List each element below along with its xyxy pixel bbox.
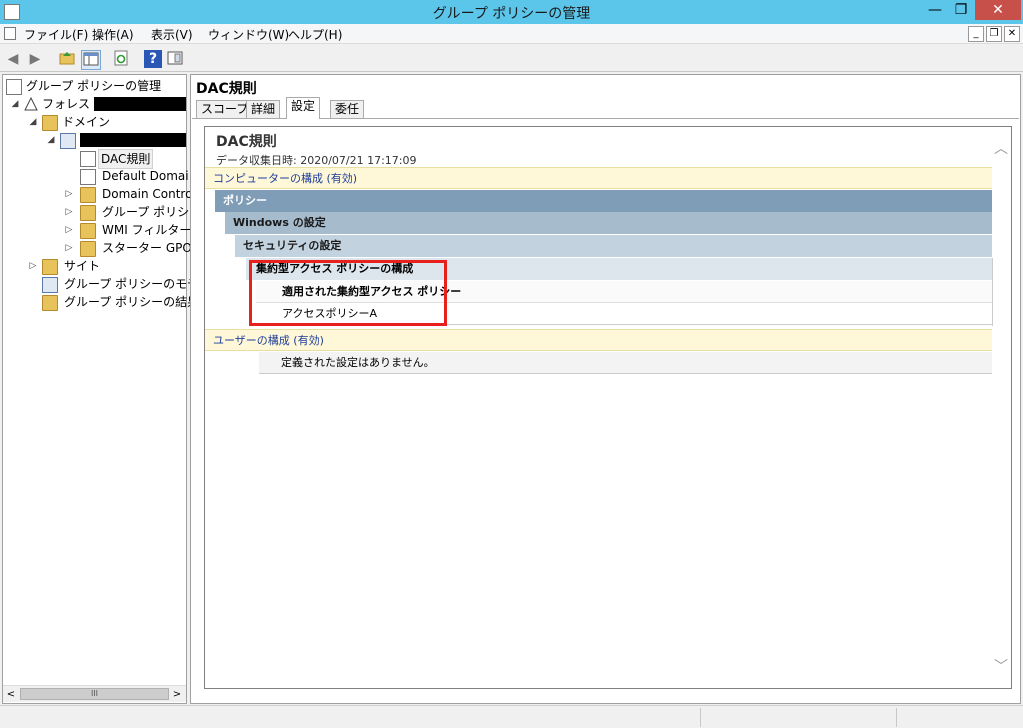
expanded-arrow-icon[interactable]: ◢: [10, 95, 20, 113]
help-icon[interactable]: ?: [144, 50, 162, 68]
expanded-arrow-icon[interactable]: ◢: [28, 113, 38, 131]
highlight-box: [249, 260, 447, 326]
security-settings-header[interactable]: セキュリティの設定: [235, 235, 992, 257]
collapsed-arrow-icon[interactable]: ▷: [28, 257, 38, 275]
results-icon: [42, 295, 58, 311]
collapsed-arrow-icon[interactable]: ▷: [64, 185, 74, 203]
forward-arrow-icon[interactable]: ▶: [26, 50, 44, 68]
forest-icon: [24, 96, 38, 111]
user-config-header[interactable]: ユーザーの構成 (有効): [205, 329, 992, 351]
redacted-domain-name: [80, 133, 186, 147]
policies-header[interactable]: ポリシー: [215, 190, 992, 212]
scroll-left-arrow-icon[interactable]: <: [3, 686, 19, 703]
scroll-up-arrow-icon[interactable]: ︿: [992, 138, 1010, 158]
gpm-icon: [6, 79, 22, 95]
scroll-right-arrow-icon[interactable]: >: [169, 686, 185, 703]
collapsed-arrow-icon[interactable]: ▷: [64, 239, 74, 257]
domain-icon: [60, 133, 76, 149]
menu-window[interactable]: ウィンドウ(W): [208, 26, 289, 43]
gpo-title: DAC規則: [196, 81, 257, 97]
expanded-arrow-icon[interactable]: ◢: [46, 131, 56, 149]
starter-gpo-folder-icon: [80, 241, 96, 257]
windows-settings-header[interactable]: Windows の設定: [225, 212, 992, 234]
show-hide-tree-icon[interactable]: [81, 50, 101, 70]
mdi-minimize-button[interactable]: _: [968, 26, 984, 42]
gpo-folder-icon: [80, 205, 96, 221]
gpo-link-icon: [80, 169, 96, 185]
tree-horizontal-scrollbar[interactable]: < III >: [3, 685, 186, 702]
minimize-button[interactable]: —: [922, 0, 948, 20]
modeling-icon: [42, 277, 58, 293]
sites-icon: [42, 259, 58, 275]
close-button[interactable]: ✕: [975, 0, 1021, 20]
refresh-icon[interactable]: [112, 50, 130, 68]
ou-folder-icon: [80, 187, 96, 203]
back-arrow-icon[interactable]: ◀: [4, 50, 22, 68]
gpo-link-icon: [80, 151, 96, 167]
menu-view[interactable]: 表示(V): [151, 26, 193, 43]
menu-bar: ファイル(F) 操作(A) 表示(V) ウィンドウ(W) ヘルプ(H) _ ❐ …: [0, 24, 1023, 44]
redacted-forest-name: [94, 97, 186, 111]
menu-action[interactable]: 操作(A): [92, 26, 134, 43]
computer-config-header[interactable]: コンピューターの構成 (有効): [205, 167, 992, 189]
collapsed-arrow-icon[interactable]: ▷: [64, 203, 74, 221]
tab-delegation[interactable]: 委任: [330, 100, 365, 118]
status-divider: [700, 708, 701, 727]
properties-icon[interactable]: [166, 50, 184, 68]
menu-file[interactable]: ファイル(F): [24, 26, 88, 43]
status-bar: [0, 705, 1023, 728]
tab-scope[interactable]: スコープ: [196, 100, 254, 118]
up-folder-icon[interactable]: [58, 50, 76, 68]
mdi-close-button[interactable]: ✕: [1004, 26, 1020, 42]
collapsed-arrow-icon[interactable]: ▷: [64, 221, 74, 239]
report-title: DAC規則: [216, 134, 277, 150]
scroll-thumb[interactable]: III: [20, 688, 169, 700]
report-vertical-scrollbar[interactable]: ︿ ﹀: [992, 132, 1010, 682]
maximize-button[interactable]: ❐: [948, 0, 974, 20]
title-bar: グループ ポリシーの管理 — ❐ ✕: [0, 0, 1023, 24]
wmi-filter-folder-icon: [80, 223, 96, 239]
scroll-down-arrow-icon[interactable]: ﹀: [992, 656, 1010, 676]
window-title: グループ ポリシーの管理: [432, 6, 591, 22]
status-divider: [896, 708, 897, 727]
tab-settings[interactable]: 設定: [286, 97, 321, 119]
domains-folder-icon: [42, 115, 58, 131]
report-date: データ収集日時: 2020/07/21 17:17:09: [216, 154, 417, 167]
no-settings-text: 定義された設定はありません。: [259, 352, 992, 374]
mmc-icon: [4, 27, 16, 40]
mdi-restore-button[interactable]: ❐: [986, 26, 1002, 42]
toolbar: ◀ ▶ ?: [0, 45, 1023, 72]
tab-details[interactable]: 詳細: [246, 100, 281, 118]
menu-help[interactable]: ヘルプ(H): [288, 26, 342, 43]
